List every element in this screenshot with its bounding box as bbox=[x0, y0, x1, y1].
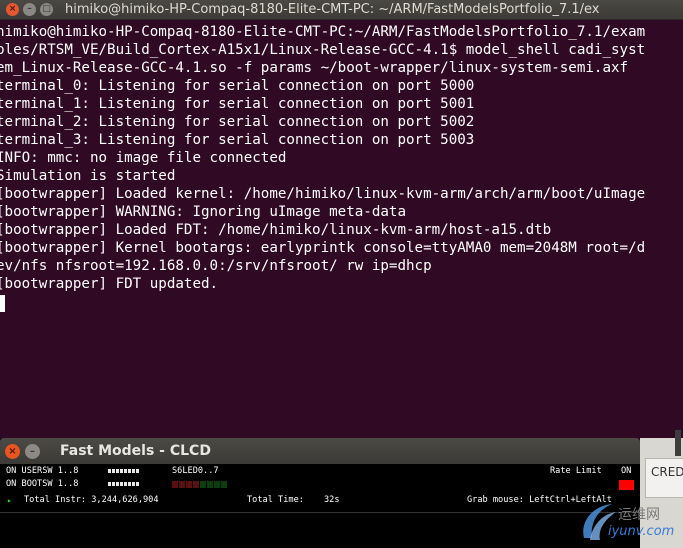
s6-led bbox=[207, 481, 213, 488]
terminal-line: [bootwrapper] Kernel bootargs: earlyprin… bbox=[0, 240, 646, 256]
terminal-lines: himiko@himiko-HP-Compaq-8180-Elite-CMT-P… bbox=[0, 23, 645, 293]
rate-limit-value: ON bbox=[621, 466, 632, 476]
bootsw-led bbox=[108, 482, 111, 486]
terminal-line: terminal_0: Listening for serial connect… bbox=[0, 78, 475, 94]
bootsw-led bbox=[116, 482, 119, 486]
usersw-led bbox=[112, 469, 115, 473]
watermark-url: iyunv.com bbox=[608, 524, 675, 539]
terminal-line: [bootwrapper] FDT updated. bbox=[0, 276, 219, 292]
clcd-status-panel: ON USERSW 1..8 S6LED0..7 ON BOOTSW 1..8 … bbox=[0, 464, 640, 548]
watermark-title: 运维网 bbox=[618, 507, 660, 523]
bootsw-led bbox=[112, 482, 115, 486]
clcd-titlebar[interactable]: × – Fast Models - CLCD bbox=[0, 438, 640, 464]
terminal-line: em_Linux-Release-GCC-4.1.so -f params ~/… bbox=[0, 60, 629, 76]
terminal-output[interactable]: himiko@himiko-HP-Compaq-8180-Elite-CMT-P… bbox=[0, 20, 683, 438]
maximize-icon[interactable]: □ bbox=[40, 3, 53, 16]
s6-led bbox=[179, 481, 185, 488]
background-window-edge[interactable]: CRED bbox=[645, 458, 683, 498]
bootsw-led bbox=[136, 482, 139, 486]
usersw-led bbox=[120, 469, 123, 473]
terminal-line: [bootwrapper] Loaded FDT: /home/himiko/l… bbox=[0, 222, 552, 238]
usersw-led bbox=[108, 469, 111, 473]
s6-led bbox=[186, 481, 192, 488]
s6-led bbox=[172, 481, 178, 488]
rate-limit-label: Rate Limit bbox=[550, 466, 602, 476]
usersw-switches[interactable] bbox=[108, 469, 139, 473]
play-icon: ▸ bbox=[7, 496, 12, 505]
usersw-led bbox=[116, 469, 119, 473]
terminal-line: ples/RTSM_VE/Build_Cortex-A15x1/Linux-Re… bbox=[0, 42, 646, 58]
scrollbar-handle[interactable] bbox=[675, 430, 681, 456]
s6-leds bbox=[172, 481, 227, 488]
rate-limit-toggle[interactable] bbox=[619, 480, 634, 490]
close-icon[interactable]: × bbox=[6, 3, 19, 16]
clcd-window-title: Fast Models - CLCD bbox=[60, 443, 211, 459]
terminal-line: ev/nfs nfsroot=192.168.0.0:/srv/nfsroot/… bbox=[0, 258, 432, 274]
terminal-cursor bbox=[0, 295, 5, 312]
terminal-titlebar[interactable]: × – □ himiko@himiko-HP-Compaq-8180-Elite… bbox=[0, 0, 683, 20]
s6led-label: S6LED0..7 bbox=[172, 466, 219, 476]
terminal-line: himiko@himiko-HP-Compaq-8180-Elite-CMT-P… bbox=[0, 24, 646, 40]
terminal-line: [bootwrapper] WARNING: Ignoring uImage m… bbox=[0, 204, 406, 220]
total-time-value: 32s bbox=[324, 495, 340, 505]
s6-led bbox=[221, 481, 227, 488]
terminal-line: terminal_1: Listening for serial connect… bbox=[0, 96, 475, 112]
total-time-label: Total Time: bbox=[247, 495, 304, 505]
terminal-line: INFO: mmc: no image file connected bbox=[0, 150, 287, 166]
s6-led bbox=[214, 481, 220, 488]
usersw-led bbox=[132, 469, 135, 473]
bootsw-led bbox=[132, 482, 135, 486]
terminal-line: terminal_3: Listening for serial connect… bbox=[0, 132, 475, 148]
bootsw-led bbox=[128, 482, 131, 486]
total-instr: Total Instr: 3,244,626,904 bbox=[24, 495, 159, 505]
usersw-led bbox=[136, 469, 139, 473]
terminal-line: Simulation is started bbox=[0, 168, 176, 184]
bootsw-label: ON BOOTSW 1..8 bbox=[6, 479, 79, 489]
minimize-icon[interactable]: – bbox=[25, 443, 40, 459]
bootsw-led bbox=[120, 482, 123, 486]
bootsw-led bbox=[124, 482, 127, 486]
s6-led bbox=[200, 481, 206, 488]
usersw-led bbox=[124, 469, 127, 473]
terminal-window-title: himiko@himiko-HP-Compaq-8180-Elite-CMT-P… bbox=[65, 2, 600, 17]
minimize-icon[interactable]: – bbox=[23, 3, 36, 16]
clcd-display-area[interactable] bbox=[0, 513, 640, 548]
terminal-line: [bootwrapper] Loaded kernel: /home/himik… bbox=[0, 186, 646, 202]
usersw-led bbox=[128, 469, 131, 473]
terminal-line: terminal_2: Listening for serial connect… bbox=[0, 114, 475, 130]
close-icon[interactable]: × bbox=[5, 443, 20, 459]
watermark: 运维网 iyunv.com bbox=[578, 500, 678, 546]
bootsw-switches[interactable] bbox=[108, 482, 139, 486]
s6-led bbox=[193, 481, 199, 488]
usersw-label: ON USERSW 1..8 bbox=[6, 466, 79, 476]
background-window-label: CRED bbox=[651, 465, 683, 479]
